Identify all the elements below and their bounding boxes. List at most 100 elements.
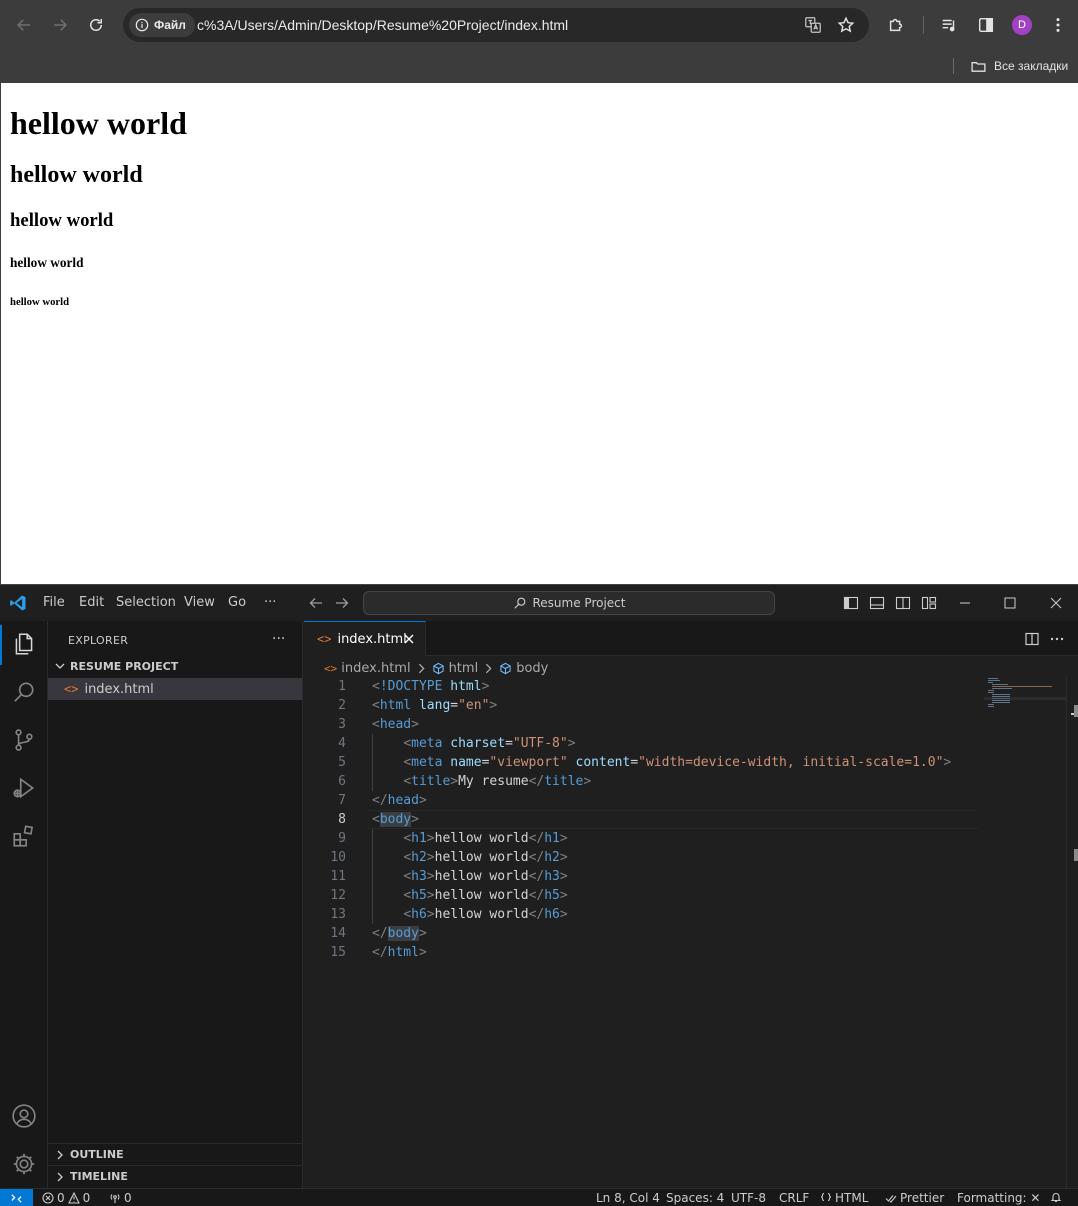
code-line[interactable]: 7 </head> (304, 791, 984, 810)
code-line[interactable]: 1 <!DOCTYPE html> (304, 677, 984, 696)
toggle-primary-sidebar-icon[interactable] (843, 595, 859, 611)
code-line[interactable]: 6 <title>My resume</title> (304, 772, 984, 791)
scrollbar-overview-marker (1074, 705, 1078, 717)
menu-file[interactable]: File (43, 595, 65, 610)
line-number: 8 (338, 812, 346, 827)
back-arrow-icon[interactable] (10, 11, 38, 39)
translate-icon[interactable] (803, 15, 823, 35)
menu-selection[interactable]: Selection (116, 595, 176, 610)
menu-edit[interactable]: Edit (79, 595, 104, 610)
code-line-text: </html> (372, 945, 427, 960)
more-vert-icon[interactable] (1046, 13, 1070, 37)
code-line[interactable]: 2 <html lang="en"> (304, 696, 984, 715)
formatting-status[interactable]: Formatting: ✕ (957, 1191, 1040, 1205)
line-number: 5 (338, 755, 346, 770)
html-file-icon: <> (324, 661, 338, 675)
media-queue-icon[interactable] (937, 13, 961, 37)
tab-label: index.html (337, 631, 407, 647)
prettier-status[interactable]: Prettier (885, 1191, 944, 1205)
split-editor-icon[interactable] (1024, 631, 1040, 647)
all-bookmarks-label: Все закладки (994, 59, 1069, 73)
chevron-right-icon (486, 663, 492, 673)
menu-go[interactable]: Go (228, 595, 246, 610)
menu-more[interactable]: ··· (264, 595, 276, 610)
info-icon (135, 18, 149, 32)
code-line[interactable]: 9 <h1>hellow world</h1> (304, 829, 984, 848)
cursor-position[interactable]: Ln 8, Col 4 (596, 1191, 660, 1205)
breadcrumb-item-file[interactable]: index.html (341, 661, 410, 676)
run-debug-icon[interactable] (11, 775, 37, 801)
code-line[interactable]: 3 <head> (304, 715, 984, 734)
nav-forward-icon[interactable] (334, 595, 350, 611)
code-line[interactable]: 4 <meta charset="UTF-8"> (304, 734, 984, 753)
breadcrumb-item-body[interactable]: body (516, 661, 548, 676)
warning-count: 0 (82, 1191, 91, 1205)
command-center-search[interactable]: Resume Project (363, 591, 775, 615)
language-mode[interactable]: HTML (820, 1191, 868, 1205)
accounts-icon[interactable] (11, 1103, 37, 1129)
breadcrumb-item-html[interactable]: html (449, 661, 479, 676)
encoding-status[interactable]: UTF-8 (731, 1191, 766, 1205)
address-bar[interactable]: Файл c%3A/Users/Admin/Desktop/Resume%20P… (123, 8, 869, 42)
eol-status[interactable]: CRLF (779, 1191, 809, 1205)
bookmark-star-icon[interactable] (836, 15, 856, 35)
code-line[interactable]: 14 </body> (304, 924, 984, 943)
close-tab-icon[interactable] (402, 632, 416, 646)
editor-more-actions-icon[interactable] (1049, 631, 1065, 647)
explorer-files-icon[interactable] (11, 631, 37, 657)
chevron-down-icon (55, 663, 65, 669)
settings-gear-icon[interactable] (11, 1151, 37, 1177)
code-line[interactable]: 12 <h5>hellow world</h5> (304, 886, 984, 905)
code-line-text: <html lang="en"> (372, 698, 498, 713)
tab-index-html[interactable]: <> index.html (304, 621, 426, 656)
braces-icon (820, 1192, 832, 1202)
forward-arrow-icon[interactable] (46, 11, 74, 39)
vscode-logo-icon (10, 595, 26, 611)
code-line-text: <body> (372, 812, 419, 827)
url-text[interactable]: c%3A/Users/Admin/Desktop/Resume%20Projec… (197, 17, 568, 33)
extensions-icon[interactable] (11, 823, 37, 849)
nav-back-icon[interactable] (308, 595, 324, 611)
customize-layout-icon[interactable] (921, 595, 937, 611)
page-heading-h1: hellow world (10, 105, 187, 141)
site-chip-label: Файл (154, 18, 186, 32)
file-tree-item[interactable]: <> index.html (48, 678, 302, 700)
code-line[interactable]: 15 </html> (304, 943, 984, 962)
minimize-icon[interactable] (957, 595, 973, 611)
line-number: 12 (330, 888, 346, 903)
profile-avatar[interactable]: D (1012, 15, 1032, 35)
code-editor[interactable]: 1 <!DOCTYPE html> 2 <html lang="en"> 3 <head>… (304, 677, 984, 962)
site-info-chip[interactable]: Файл (129, 13, 195, 37)
reload-icon[interactable] (82, 11, 110, 39)
explorer-more-actions[interactable]: ··· (272, 631, 285, 647)
indentation-status[interactable]: Spaces: 4 (666, 1191, 724, 1205)
code-line[interactable]: 5 <meta name="viewport" content="width=d… (304, 753, 984, 772)
outline-section-header[interactable]: OUTLINE (48, 1143, 302, 1165)
search-view-icon[interactable] (11, 679, 37, 705)
side-panel-icon[interactable] (974, 13, 998, 37)
ports-status[interactable]: 0 (109, 1191, 132, 1205)
outline-label: OUTLINE (70, 1148, 124, 1161)
code-line[interactable]: 11 <h3>hellow world</h3> (304, 867, 984, 886)
project-folder-header[interactable]: RESUME PROJECT (48, 655, 302, 677)
toggle-secondary-sidebar-icon[interactable] (895, 595, 911, 611)
code-line[interactable]: 13 <h6>hellow world</h6> (304, 905, 984, 924)
notifications-bell[interactable] (1050, 1191, 1062, 1203)
all-bookmarks-button[interactable]: Все закладки (970, 55, 1068, 77)
rendered-page: hellow world hellow world hellow world h… (2, 83, 1078, 584)
problems-status[interactable]: 0 0 (42, 1191, 90, 1205)
menu-view[interactable]: View (184, 595, 215, 610)
close-window-icon[interactable] (1048, 595, 1064, 611)
timeline-section-header[interactable]: TIMELINE (48, 1165, 302, 1187)
source-control-icon[interactable] (11, 727, 37, 753)
editor-area: <> index.html <> index.html html body 1 <… (304, 621, 1078, 1188)
extensions-puzzle-icon[interactable] (884, 13, 908, 37)
maximize-icon[interactable] (1002, 595, 1018, 611)
code-line[interactable]: 8 <body> (304, 810, 984, 829)
minimap[interactable] (984, 677, 1066, 717)
code-line[interactable]: 10 <h2>hellow world</h2> (304, 848, 984, 867)
editor-scrollbar[interactable] (1066, 677, 1078, 1188)
line-number: 10 (330, 850, 346, 865)
toggle-panel-icon[interactable] (869, 595, 885, 611)
remote-indicator[interactable] (0, 1189, 33, 1206)
